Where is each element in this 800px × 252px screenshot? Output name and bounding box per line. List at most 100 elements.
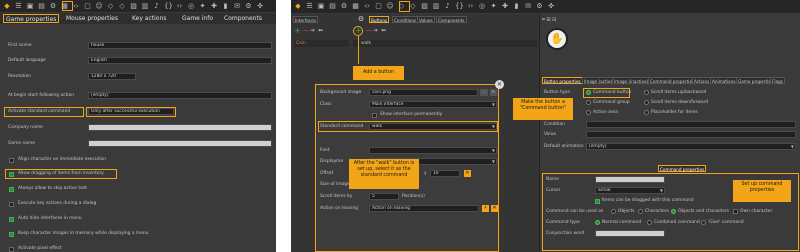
tab-command-properties-sub[interactable]: Command properties	[658, 165, 707, 172]
gear-button[interactable]: ⚙	[356, 15, 366, 24]
tab-image-inactive[interactable]: Image (inactive)	[612, 77, 651, 84]
gamepad-icon[interactable]: ✜	[547, 2, 555, 10]
move-left-icon[interactable]: ⬅	[318, 27, 323, 35]
tab-interfaces[interactable]: Interfaces	[293, 16, 318, 23]
begin-action-select[interactable]: [empty]	[88, 92, 272, 99]
add-interface-button[interactable]: +	[294, 27, 301, 35]
code-icon[interactable]: ‹›	[72, 2, 80, 10]
tab-button-properties[interactable]: Button properties	[542, 77, 583, 84]
tab-components[interactable]: Components	[222, 14, 264, 23]
checkbox-auto-hide[interactable]	[9, 217, 14, 222]
stamp-icon[interactable]: ✉	[233, 2, 241, 10]
save-icon[interactable]: ▤	[329, 2, 337, 10]
radio-scroll-down[interactable]	[644, 100, 649, 105]
add-button-icon[interactable]: +	[355, 26, 362, 35]
leaving-input[interactable]: Action on leaving	[369, 205, 479, 212]
value-input[interactable]	[586, 131, 796, 138]
folder-icon[interactable]: ▣	[26, 2, 34, 10]
cmd-name-input[interactable]	[595, 176, 665, 183]
gem-icon[interactable]: ◇	[107, 2, 115, 10]
braces-icon[interactable]: {}	[164, 2, 173, 10]
browse-button[interactable]: …	[480, 89, 488, 96]
film-icon[interactable]: ▥	[432, 2, 440, 10]
gamepad-icon[interactable]: ✜	[256, 2, 264, 10]
tab-mouse-properties[interactable]: Mouse properties	[64, 14, 120, 23]
radio-normal-command[interactable]	[595, 220, 600, 225]
person-icon[interactable]: ☺	[386, 2, 394, 10]
radio-objects-and-characters[interactable]	[671, 209, 676, 214]
gem-icon[interactable]: ◇	[409, 2, 417, 10]
cursor-select[interactable]: arrow ▼	[595, 187, 665, 194]
box-icon[interactable]: ▢	[84, 2, 92, 10]
checkbox-own-character[interactable]	[733, 209, 738, 214]
bg-image-input[interactable]: coin.png	[369, 89, 478, 96]
image-icon[interactable]: ▨	[130, 2, 138, 10]
radio-placeholder[interactable]	[644, 110, 649, 115]
gear-icon[interactable]: ⚙	[536, 2, 544, 10]
remove-button-icon[interactable]: −	[365, 27, 372, 35]
checkbox-skip-text[interactable]	[9, 187, 14, 192]
clear-action-icon[interactable]: ✕	[491, 205, 498, 212]
person-icon[interactable]: ☺	[95, 2, 103, 10]
film-icon[interactable]: ▥	[141, 2, 149, 10]
class-select[interactable]: Main interface ▼	[369, 101, 497, 108]
gear-icon[interactable]: ⚙	[49, 2, 57, 10]
stamp-icon[interactable]: ✉	[524, 2, 532, 10]
folder-icon[interactable]: ▣	[317, 2, 325, 10]
puzzle-icon[interactable]: ✚	[501, 2, 509, 10]
code-icon[interactable]: ‹›	[176, 2, 184, 10]
checkbox-items-drag[interactable]	[595, 199, 600, 204]
lightning-icon[interactable]: ⚡	[482, 205, 489, 212]
company-name-input[interactable]	[88, 124, 272, 131]
tab-actions[interactable]: Actions	[692, 77, 712, 84]
radio-combined-command[interactable]	[647, 220, 652, 225]
globe-icon[interactable]: ◎	[478, 2, 486, 10]
radio-command-group[interactable]	[586, 100, 591, 105]
tab-flags[interactable]: Flags	[770, 77, 785, 84]
first-scene-select[interactable]: house	[88, 42, 272, 49]
sparkle-icon[interactable]: ✦	[490, 2, 498, 10]
gear-icon[interactable]: ⚙	[245, 2, 253, 10]
tab-animations[interactable]: Animations	[710, 77, 738, 84]
standard-command-select[interactable]: Only after successful execution	[88, 108, 174, 115]
code-icon[interactable]: ‹›	[363, 2, 371, 10]
image-icon[interactable]: ▨	[421, 2, 429, 10]
tab-conditions[interactable]: Conditions	[392, 16, 419, 23]
offset-y-input[interactable]: 10	[430, 170, 460, 177]
radio-command-button[interactable]	[586, 90, 591, 95]
tab-game-properties[interactable]: Game properties	[3, 14, 60, 23]
menu-icon[interactable]: ☰	[15, 2, 23, 10]
scroll-input[interactable]: 5	[369, 193, 399, 200]
remove-interface-button[interactable]: −	[302, 27, 309, 35]
default-animation-select[interactable]: [empty] ▼	[586, 143, 796, 150]
close-icon[interactable]: ✕	[495, 80, 504, 89]
menu-icon[interactable]: ☰	[306, 2, 314, 10]
checkbox-pixel-effect[interactable]	[9, 247, 14, 252]
radio-objects[interactable]	[611, 209, 616, 214]
button-list-item[interactable]	[353, 40, 537, 47]
code-icon[interactable]: ‹›	[467, 2, 475, 10]
offset-pick-icon[interactable]: ✕	[464, 170, 471, 177]
tab-game-info[interactable]: Game info	[180, 14, 215, 23]
save-icon[interactable]: ▤	[38, 2, 46, 10]
chart-icon[interactable]: ▮	[513, 2, 521, 10]
condition-input[interactable]	[586, 121, 796, 128]
tab-command-properties[interactable]: Command properties	[648, 77, 697, 84]
radio-give-command[interactable]	[701, 220, 706, 225]
font-select[interactable]: ▼	[369, 147, 497, 154]
resolution-select[interactable]: 1280 x 720	[88, 73, 136, 80]
move-right-icon[interactable]: ➜	[310, 27, 315, 35]
checkbox-allow-dragging[interactable]	[9, 172, 14, 177]
cube-icon[interactable]: ▦	[352, 2, 360, 10]
speaker-icon[interactable]: ♪	[444, 2, 452, 10]
conjunction-input[interactable]	[595, 230, 665, 237]
braces-icon[interactable]: {}	[455, 2, 464, 10]
button-move-left-icon[interactable]: ⬅	[381, 27, 386, 35]
box-icon[interactable]: ▢	[375, 2, 383, 10]
checkbox-keep-images[interactable]	[9, 232, 14, 237]
tab-buttons[interactable]: Buttons	[369, 16, 390, 23]
sparkle-icon[interactable]: ✦	[199, 2, 207, 10]
checkbox-align-character[interactable]	[9, 158, 14, 163]
gem-icon[interactable]: ◇	[118, 2, 126, 10]
clear-image-button[interactable]: ✂	[490, 89, 497, 96]
